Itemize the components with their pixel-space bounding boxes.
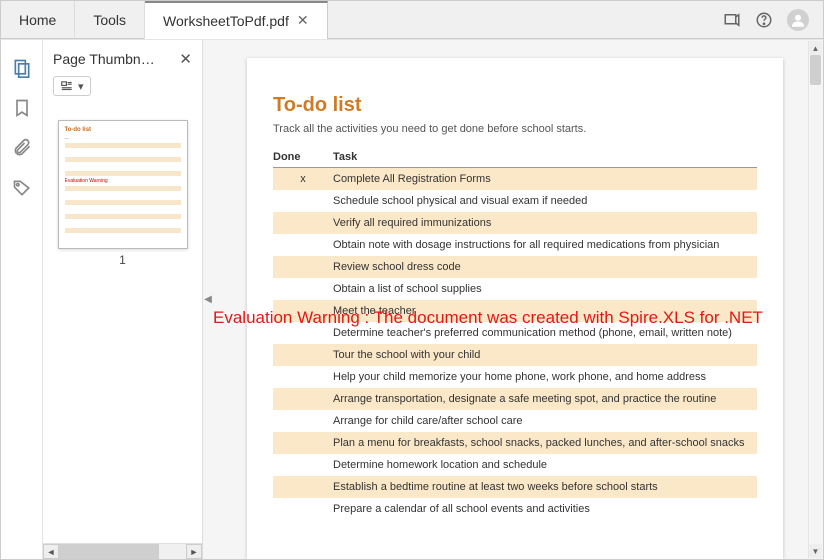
panel-hscrollbar[interactable]: ◄ ► bbox=[43, 543, 202, 559]
pdf-page: To-do list Track all the activities you … bbox=[247, 58, 783, 559]
panel-subbar: ▾ bbox=[43, 74, 202, 100]
task-text-cell: Verify all required immunizations bbox=[333, 217, 757, 229]
tabs-bar: Home Tools WorksheetToPdf.pdf ✕ bbox=[1, 1, 823, 39]
document-area: ◀ To-do list Track all the activities yo… bbox=[203, 40, 823, 559]
task-row: Plan a menu for breakfasts, school snack… bbox=[273, 432, 757, 454]
thumb-sub: — bbox=[65, 135, 181, 140]
task-row: Establish a bedtime routine at least two… bbox=[273, 476, 757, 498]
task-text-cell: Review school dress code bbox=[333, 261, 757, 273]
tab-label: Tools bbox=[93, 12, 126, 28]
task-row: Arrange transportation, designate a safe… bbox=[273, 388, 757, 410]
task-row: Meet the teacher bbox=[273, 300, 757, 322]
task-row: Determine homework location and schedule bbox=[273, 454, 757, 476]
tab-tools[interactable]: Tools bbox=[75, 1, 145, 39]
close-icon[interactable]: ✕ bbox=[179, 50, 192, 68]
bookmark-icon[interactable] bbox=[12, 98, 32, 118]
task-text-cell: Schedule school physical and visual exam… bbox=[333, 195, 757, 207]
task-text-cell: Plan a menu for breakfasts, school snack… bbox=[333, 437, 757, 449]
task-text-cell: Help your child memorize your home phone… bbox=[333, 371, 757, 383]
scroll-track[interactable] bbox=[59, 544, 186, 559]
thumbnail-list: To-do list — Evaluation Warning bbox=[43, 100, 202, 543]
tab-label: WorksheetToPdf.pdf bbox=[163, 13, 289, 29]
avatar[interactable] bbox=[787, 9, 809, 31]
task-row: Arrange for child care/after school care bbox=[273, 410, 757, 432]
task-text-cell: Tour the school with your child bbox=[333, 349, 757, 361]
panel-title: Page Thumbn… bbox=[53, 51, 155, 67]
thumb-title: To-do list bbox=[65, 127, 181, 133]
task-row: Schedule school physical and visual exam… bbox=[273, 190, 757, 212]
main-area: Page Thumbn… ✕ ▾ To-do list — E bbox=[1, 39, 823, 559]
page-thumbnail[interactable]: To-do list — Evaluation Warning bbox=[58, 120, 188, 249]
app-window: Home Tools WorksheetToPdf.pdf ✕ bbox=[0, 0, 824, 560]
task-row: xComplete All Registration Forms bbox=[273, 168, 757, 190]
document-subtitle: Track all the activities you need to get… bbox=[273, 123, 757, 135]
list-header: Done Task bbox=[273, 149, 757, 168]
task-text-cell: Determine homework location and schedule bbox=[333, 459, 757, 471]
task-row: Verify all required immunizations bbox=[273, 212, 757, 234]
thumbnails-icon[interactable] bbox=[12, 58, 32, 78]
attachment-icon[interactable] bbox=[12, 138, 32, 158]
thumb-warning: Evaluation Warning bbox=[65, 178, 181, 184]
thumbnails-panel: Page Thumbn… ✕ ▾ To-do list — E bbox=[43, 40, 203, 559]
task-row: Determine teacher's preferred communicat… bbox=[273, 322, 757, 344]
scroll-up-arrow[interactable]: ▲ bbox=[809, 41, 822, 55]
chevron-down-icon: ▾ bbox=[78, 80, 84, 93]
share-icon[interactable] bbox=[723, 11, 741, 29]
scroll-left-arrow[interactable]: ◄ bbox=[43, 544, 59, 559]
top-right-controls bbox=[723, 9, 823, 31]
task-text-cell: Obtain note with dosage instructions for… bbox=[333, 239, 757, 251]
left-toolbar bbox=[1, 40, 43, 559]
tab-home[interactable]: Home bbox=[1, 1, 75, 39]
collapse-panel-handle[interactable]: ◀ bbox=[203, 280, 213, 320]
tag-icon[interactable] bbox=[12, 178, 32, 198]
task-text-cell: Meet the teacher bbox=[333, 305, 757, 317]
task-text-cell: Arrange transportation, designate a safe… bbox=[333, 393, 757, 405]
thumbnail-options-dropdown[interactable]: ▾ bbox=[53, 76, 91, 96]
document-title: To-do list bbox=[273, 94, 757, 117]
task-text-cell: Determine teacher's preferred communicat… bbox=[333, 327, 757, 339]
scroll-down-arrow[interactable]: ▼ bbox=[809, 544, 822, 558]
task-rows: xComplete All Registration Forms Schedule… bbox=[273, 168, 757, 520]
task-row: Tour the school with your child bbox=[273, 344, 757, 366]
scroll-track[interactable] bbox=[809, 55, 822, 544]
task-row: Help your child memorize your home phone… bbox=[273, 366, 757, 388]
task-text-cell: Arrange for child care/after school care bbox=[333, 415, 757, 427]
header-task: Task bbox=[333, 151, 757, 163]
task-text-cell: Prepare a calendar of all school events … bbox=[333, 503, 757, 515]
task-row: Prepare a calendar of all school events … bbox=[273, 498, 757, 520]
task-text-cell: Complete All Registration Forms bbox=[333, 173, 757, 185]
task-row: Obtain note with dosage instructions for… bbox=[273, 234, 757, 256]
tab-document[interactable]: WorksheetToPdf.pdf ✕ bbox=[145, 1, 328, 39]
task-text-cell: Obtain a list of school supplies bbox=[333, 283, 757, 295]
task-row: Obtain a list of school supplies bbox=[273, 278, 757, 300]
task-done-cell: x bbox=[273, 173, 333, 185]
close-icon[interactable]: ✕ bbox=[297, 12, 309, 29]
scroll-handle[interactable] bbox=[59, 544, 159, 559]
thumbnail-page-number: 1 bbox=[53, 253, 192, 267]
panel-header: Page Thumbn… ✕ bbox=[43, 40, 202, 74]
scroll-right-arrow[interactable]: ► bbox=[186, 544, 202, 559]
doc-vscrollbar[interactable]: ▲ ▼ bbox=[808, 41, 822, 558]
header-done: Done bbox=[273, 151, 333, 163]
tab-label: Home bbox=[19, 12, 56, 28]
scroll-handle[interactable] bbox=[810, 55, 821, 85]
help-icon[interactable] bbox=[755, 11, 773, 29]
task-row: Review school dress code bbox=[273, 256, 757, 278]
task-text-cell: Establish a bedtime routine at least two… bbox=[333, 481, 757, 493]
